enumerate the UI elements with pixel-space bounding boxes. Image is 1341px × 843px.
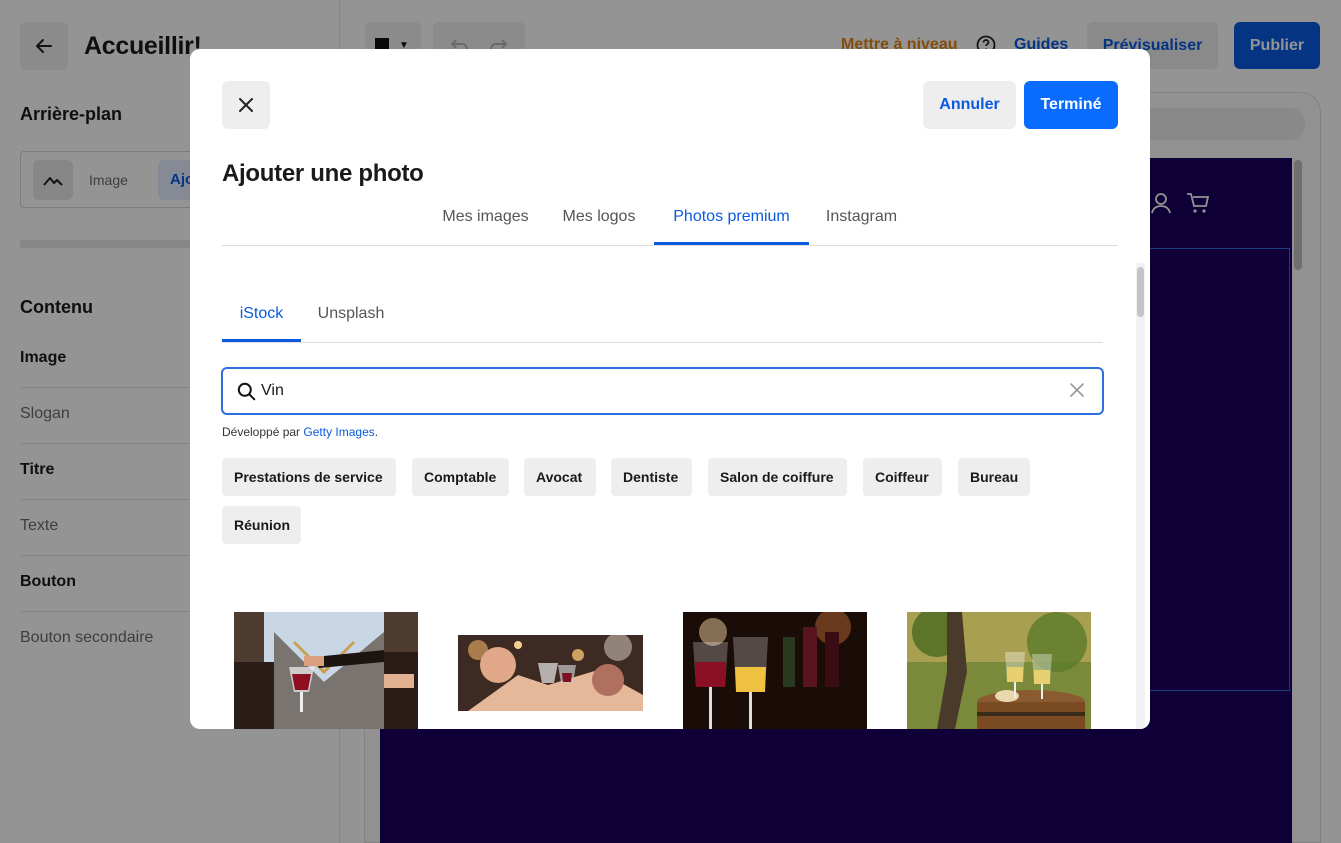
suggestion-chip[interactable]: Comptable (412, 458, 509, 496)
search-icon (237, 382, 256, 401)
toasting-photo (458, 635, 643, 711)
tab-instagram[interactable]: Instagram (809, 197, 914, 245)
clear-search-icon[interactable] (1070, 383, 1084, 397)
tab-my-logos[interactable]: Mes logos (547, 197, 651, 245)
suggestion-chip[interactable]: Prestations de service (222, 458, 396, 496)
modal-scrollbar-thumb[interactable] (1137, 267, 1144, 317)
suggestion-chip[interactable]: Coiffeur (863, 458, 942, 496)
done-button[interactable]: Terminé (1024, 81, 1118, 129)
search-box (221, 367, 1104, 415)
tab-unsplash[interactable]: Unsplash (301, 295, 401, 342)
suggestion-chip[interactable]: Réunion (222, 506, 301, 544)
photo-result[interactable] (683, 612, 867, 729)
photo-result[interactable] (234, 612, 418, 729)
modal-title: Ajouter une photo (222, 160, 424, 187)
add-photo-modal: Annuler Terminé Ajouter une photo Mes im… (190, 49, 1150, 729)
suggestion-chip[interactable]: Bureau (958, 458, 1030, 496)
cancel-button[interactable]: Annuler (923, 81, 1016, 129)
source-tabs: Mes images Mes logos Photos premium Inst… (222, 197, 1118, 246)
suggestion-chip[interactable]: Avocat (524, 458, 596, 496)
search-input[interactable] (261, 379, 1041, 403)
close-button[interactable] (222, 81, 270, 129)
wine-glasses-photo (683, 612, 867, 729)
photo-result[interactable] (458, 635, 643, 711)
powered-suffix: . (374, 425, 379, 439)
modal-scrollbar[interactable] (1136, 263, 1145, 729)
tab-my-images[interactable]: Mes images (424, 197, 547, 245)
sommelier-photo (234, 612, 418, 729)
powered-prefix: Développé par (222, 425, 304, 439)
tab-premium-photos[interactable]: Photos premium (654, 197, 809, 245)
suggestion-chip[interactable]: Salon de coiffure (708, 458, 847, 496)
suggestion-chip[interactable]: Dentiste (611, 458, 692, 496)
photo-result[interactable] (907, 612, 1091, 729)
close-icon (239, 98, 253, 112)
provider-tabs: iStock Unsplash (222, 295, 1103, 343)
getty-images-link[interactable]: Getty Images (303, 425, 374, 439)
barrel-vineyard-photo (907, 612, 1091, 729)
powered-by-text: Développé par Getty Images. (222, 425, 378, 439)
tab-istock[interactable]: iStock (222, 295, 301, 342)
